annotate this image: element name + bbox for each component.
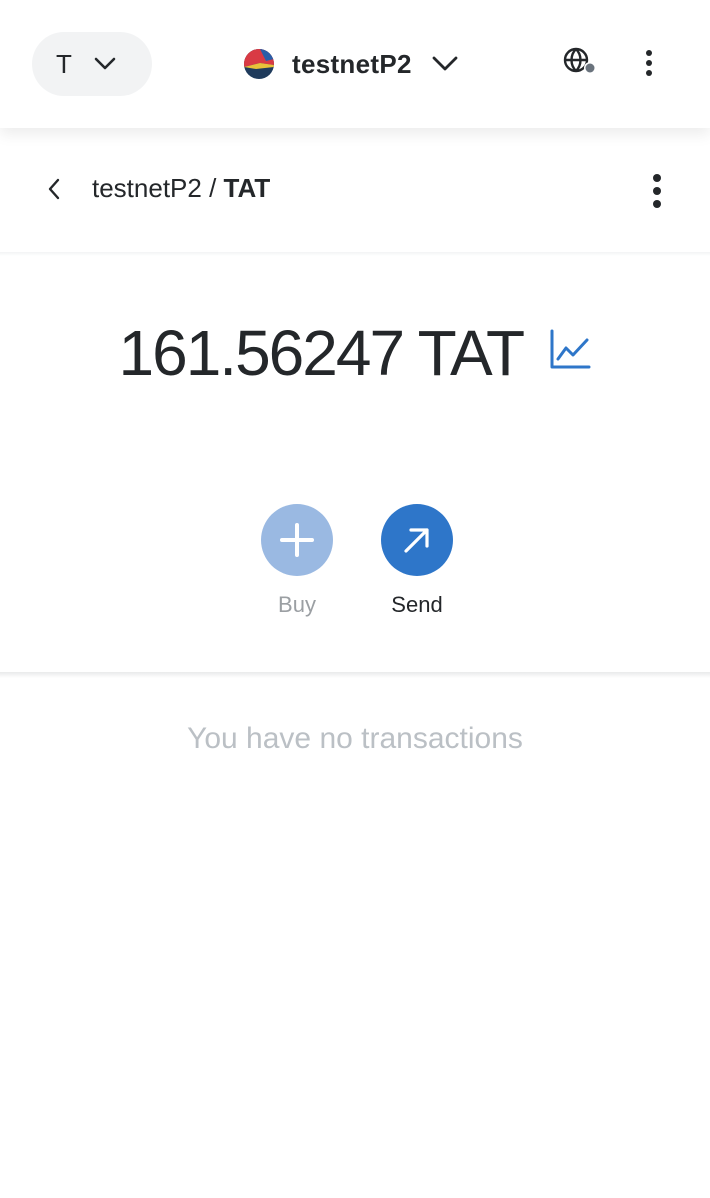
balance-section: 161.56247 TAT <box>0 318 710 388</box>
network-letter: T <box>56 48 72 79</box>
buy-circle <box>261 504 333 576</box>
network-selector[interactable]: T <box>32 32 152 96</box>
breadcrumb: testnetP2 / TAT <box>92 173 270 204</box>
send-label: Send <box>391 592 443 617</box>
back-chevron-icon[interactable] <box>46 178 62 205</box>
plus-icon <box>280 523 314 557</box>
empty-transactions-message: You have no transactions <box>187 722 523 755</box>
app-header: T testnetP2 <box>0 0 710 128</box>
breadcrumb-token: TAT <box>223 173 271 203</box>
asset-options-kebab-icon[interactable] <box>653 174 661 213</box>
chevron-down-icon <box>94 57 116 70</box>
account-selector[interactable]: testnetP2 <box>244 44 458 84</box>
account-options-kebab-icon[interactable] <box>646 50 652 80</box>
token-balance: 161.56247 TAT <box>118 317 526 389</box>
activity-divider <box>0 672 710 678</box>
chart-icon[interactable] <box>549 328 591 375</box>
buy-button[interactable]: Buy <box>242 504 352 618</box>
breadcrumb-account: testnetP2 <box>92 173 202 203</box>
arrow-up-right-icon <box>404 528 429 553</box>
send-circle <box>381 504 453 576</box>
account-avatar <box>244 49 274 79</box>
asset-page-header: testnetP2 / TAT <box>0 128 710 254</box>
breadcrumb-separator: / <box>201 173 224 203</box>
buy-label: Buy <box>278 592 316 617</box>
chevron-down-icon <box>432 56 458 71</box>
connected-sites-globe-icon[interactable] <box>562 46 598 83</box>
send-button[interactable]: Send <box>362 504 472 618</box>
account-name: testnetP2 <box>292 48 412 79</box>
header-divider <box>0 252 710 256</box>
